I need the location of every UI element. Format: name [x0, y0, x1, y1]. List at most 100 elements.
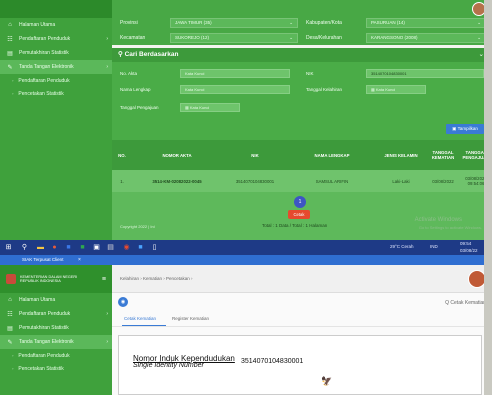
- show-button-label: Tampilkan: [457, 126, 478, 131]
- pen-icon: ✎: [7, 339, 13, 346]
- provinsi-label: Provinsi: [120, 20, 138, 26]
- nama-label: Nama Lengkap: [120, 87, 151, 92]
- sidebar-subitem-pencetakan[interactable]: ◦ Pencetakan Statistik: [0, 87, 112, 100]
- sidebar: ⌂ Halaman Utama ☷ Pendaftaran Penduduk › ▤ P…: [0, 0, 112, 240]
- search-panel-title: Cari Berdasarkan: [124, 51, 179, 58]
- app-icon[interactable]: ▤: [106, 243, 115, 252]
- sidebar-subitem-label: Pencetakan Statistik: [18, 90, 64, 97]
- kecamatan-value: SUKOREJO (12): [175, 35, 210, 40]
- table-footer: 1 Cetak Copyright 2022 | Ini Total : 1 D…: [112, 192, 492, 240]
- sidebar-item-tte[interactable]: ✎ Tanda Tangan Elektronik ›: [0, 60, 112, 74]
- table-header: NO. NOMOR AKTA NIK NAMA LENGKAP JENIS KE…: [112, 140, 492, 170]
- sidebar: KEMENTERIAN DALAM NEGERI REPUBLIK INDONE…: [0, 265, 112, 395]
- sidebar-item-label: Pemutakhiran Statistik: [19, 50, 69, 56]
- windows-start-icon[interactable]: ⊞: [4, 243, 13, 252]
- tanggal-lahir-placeholder: Kata Kunci: [375, 87, 396, 92]
- cell-nama: SAMSUL ARIFIN: [315, 178, 349, 184]
- cell-jenis-kelamin: Laki-Laki: [392, 178, 410, 184]
- search-panel-header[interactable]: ⚲ Cari Berdasarkan ⌄: [112, 48, 492, 62]
- window-edge: [484, 0, 492, 395]
- search-icon[interactable]: ⚲: [20, 243, 29, 252]
- tab-cetak-kematian[interactable]: Cetak Kematian: [124, 316, 156, 321]
- office-icon[interactable]: ●: [50, 243, 59, 252]
- tab-register-kematian[interactable]: Register Kematian: [172, 316, 209, 321]
- sidebar-item-pendaftaran[interactable]: ☷ Pendaftaran Penduduk ›: [0, 307, 112, 321]
- kecamatan-select[interactable]: SUKOREJO (12) ⌄: [170, 33, 298, 43]
- app-icon[interactable]: ▣: [92, 243, 101, 252]
- sidebar-item-pemutakhiran[interactable]: ▤ Pemutakhiran Statistik: [0, 46, 112, 60]
- kabupaten-select[interactable]: PASURUAN (14) ⌄: [366, 18, 486, 28]
- nik-subtitle: Single Identity Number: [133, 362, 204, 369]
- desa-select[interactable]: KARANGSONO (2008) ⌄: [366, 33, 486, 43]
- close-icon[interactable]: ×: [78, 257, 81, 263]
- kabupaten-label: Kabupaten/Kota: [306, 20, 342, 26]
- folder-icon[interactable]: ▬: [36, 243, 45, 252]
- tanggal-lahir-label: Tanggal Kelahiran: [306, 87, 343, 92]
- sidebar-item-label: Pemutakhiran Statistik: [19, 325, 69, 331]
- sidebar-item-pendaftaran[interactable]: ☷ Pendaftaran Penduduk ›: [0, 32, 112, 46]
- sidebar-subitem-pendaftaran[interactable]: ◦ Pendaftaran Penduduk: [0, 349, 112, 362]
- search-form: No. Akta Kata Kunci NIK 3514070104830001…: [112, 62, 492, 140]
- col-header-tanggal-kematian: TANGGAL KEMATIAN: [431, 150, 455, 160]
- sidebar-subitem-pendaftaran[interactable]: ◦ Pendaftaran Penduduk: [0, 74, 112, 87]
- chevron-right-icon: ›: [106, 311, 108, 317]
- col-header-nama: NAMA LENGKAP: [314, 152, 350, 158]
- brand-text: KEMENTERIAN DALAM NEGERI REPUBLIK INDONE…: [20, 275, 77, 284]
- tanggal-pengajuan-label: Tanggal Pengajuan: [120, 105, 159, 110]
- nik-input[interactable]: 3514070104830001: [366, 69, 484, 78]
- browser-tab-title[interactable]: SIAK Terpusat Client: [22, 257, 63, 262]
- clock-date: 03/08/22: [460, 248, 478, 253]
- sidebar-item-home[interactable]: ⌂ Halaman Utama: [0, 18, 112, 32]
- file-icon: ▤: [7, 325, 13, 332]
- breadcrumb[interactable]: Kelahiran › Kematian › Pencetakan ›: [120, 276, 193, 281]
- tanggal-lahir-input[interactable]: ▦ Kata Kunci: [366, 85, 426, 94]
- app-icon[interactable]: ■: [136, 243, 145, 252]
- browser-tab-strip: SIAK Terpusat Client ×: [0, 255, 492, 265]
- col-header-jenis-kelamin: JENIS KELAMIN: [384, 152, 418, 158]
- page-number-button[interactable]: 1: [294, 196, 306, 208]
- desa-label: Desa/Kelurahan: [306, 35, 342, 41]
- cell-nomor-akta: 3514-KM-02082022-0045: [152, 178, 202, 184]
- nama-input[interactable]: Kata Kunci: [180, 85, 290, 94]
- main-content: Kelahiran › Kematian › Pencetakan › ◉ Q …: [112, 265, 492, 395]
- chevron-right-icon: ›: [106, 64, 108, 70]
- sidebar-item-tte[interactable]: ✎ Tanda Tangan Elektronik ›: [0, 335, 112, 349]
- tanggal-pengajuan-input[interactable]: ▦ Kata Kunci: [180, 103, 240, 112]
- word-icon[interactable]: ■: [64, 243, 73, 252]
- kecamatan-label: Kecamatan: [120, 35, 146, 41]
- bullet-icon: ◦: [12, 78, 14, 83]
- sidebar-subitem-pencetakan[interactable]: ◦ Pencetakan Statistik: [0, 362, 112, 375]
- language-indicator[interactable]: IND: [430, 244, 438, 249]
- cell-no: 1.: [120, 178, 124, 184]
- nik-value: 3514070104830001: [241, 358, 304, 365]
- no-akta-input[interactable]: Kata Kunci: [180, 69, 290, 78]
- col-header-nik: NIK: [251, 152, 259, 158]
- sidebar-subitem-label: Pencetakan Statistik: [18, 365, 64, 372]
- show-button[interactable]: ▣ Tampilkan: [446, 124, 484, 134]
- sidebar-header: [0, 0, 112, 18]
- sidebar-item-pemutakhiran[interactable]: ▤ Pemutakhiran Statistik: [0, 321, 112, 335]
- table-row[interactable]: 1. 3514-KM-02082022-0045 351407010483000…: [112, 170, 492, 192]
- activate-windows-watermark: Activate Windows: [414, 217, 462, 223]
- provinsi-select[interactable]: JAWA TIMUR (35) ⌄: [170, 18, 298, 28]
- sidebar-item-label: Halaman Utama: [19, 297, 56, 303]
- cell-nik: 3514070104830001: [235, 178, 275, 184]
- chrome-icon[interactable]: ◉: [122, 243, 131, 252]
- sidebar-item-label: Pendaftaran Penduduk: [19, 311, 71, 317]
- document-preview: Nomor Induk Kependudukan Single Identity…: [118, 335, 482, 395]
- brand-header: KEMENTERIAN DALAM NEGERI REPUBLIK INDONE…: [0, 265, 112, 293]
- col-header-nomor-akta: NOMOR AKTA: [162, 152, 192, 158]
- print-kematian-link[interactable]: Q Cetak Kematian: [445, 300, 486, 306]
- chevron-down-icon: ⌄: [477, 20, 481, 25]
- chevron-right-icon: ›: [106, 36, 108, 42]
- chevron-right-icon: ›: [106, 339, 108, 345]
- screen: ⌂ Halaman Utama ☷ Pendaftaran Penduduk › ▤ P…: [0, 0, 492, 395]
- excel-icon[interactable]: ■: [78, 243, 87, 252]
- sidebar-item-label: Tanda Tangan Elektronik: [19, 339, 74, 345]
- hamburger-menu-icon[interactable]: ≡: [102, 276, 106, 283]
- topbar: Kelahiran › Kematian › Pencetakan ›: [112, 265, 492, 293]
- sidebar-item-label: Tanda Tangan Elektronik: [19, 64, 74, 70]
- sidebar-item-home[interactable]: ⌂ Halaman Utama: [0, 293, 112, 307]
- app-icon[interactable]: ▯: [150, 243, 159, 252]
- print-button[interactable]: Cetak: [288, 210, 310, 219]
